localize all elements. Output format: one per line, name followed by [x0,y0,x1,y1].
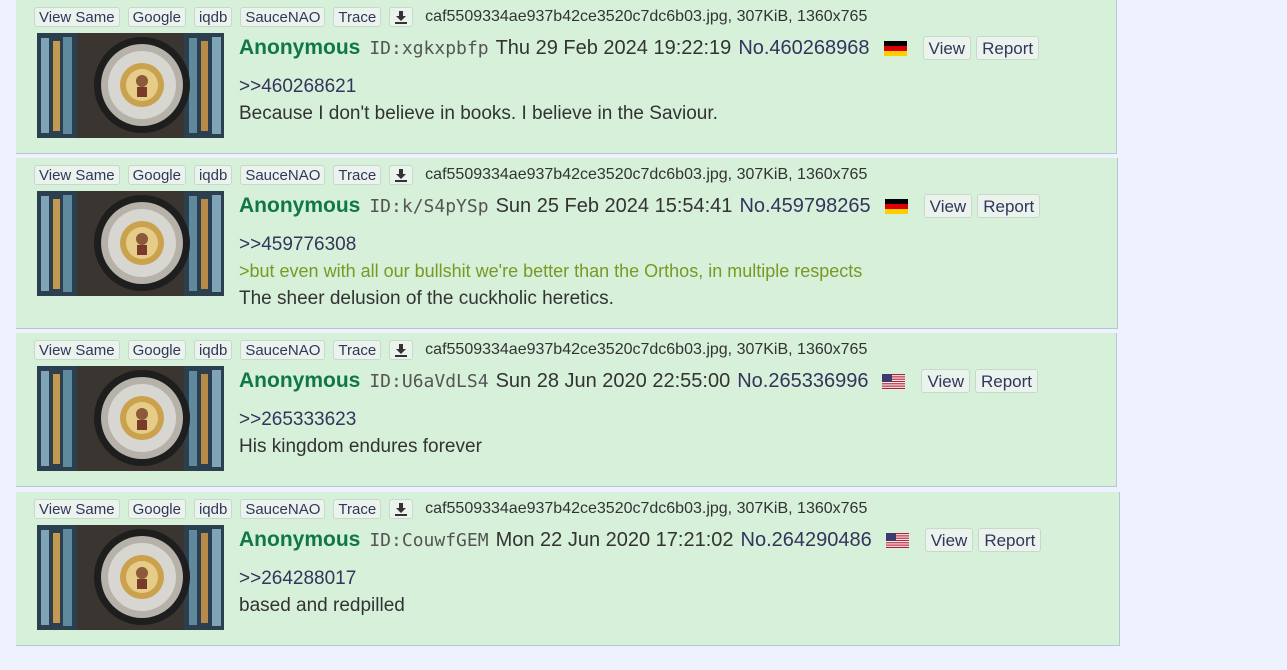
post-message: >>264288017 based and redpilled [239,565,405,619]
post: View Same Google iqdb SauceNAO Trace caf… [16,492,1120,646]
poster-name: Anonymous [239,369,361,392]
post-header: Anonymous ID:U6aVdLS4 Sun 28 Jun 2020 22… [239,369,1039,393]
download-button[interactable] [389,165,414,185]
google-button[interactable]: Google [127,165,186,185]
post-number[interactable]: No.460268968 [738,37,869,60]
thumbnail-image[interactable] [37,33,224,138]
greentext-line: >but even with all our bullshit we're be… [239,261,863,281]
report-button[interactable]: Report [975,369,1039,393]
view-button[interactable]: View [922,36,972,60]
post-message: >>460268621 Because I don't believe in b… [239,73,718,127]
google-button[interactable]: Google [127,340,186,360]
quote-link[interactable]: >>264288017 [239,565,405,592]
file-line: View Same Google iqdb SauceNAO Trace caf… [34,165,867,185]
view-same-button[interactable]: View Same [34,7,120,27]
file-info[interactable]: caf5509334ae937b42ce3520c7dc6b03.jpg, 30… [425,166,867,184]
post-text: The sheer delusion of the cuckholic here… [239,288,614,309]
report-button[interactable]: Report [978,528,1042,552]
post-datetime: Sun 28 Jun 2020 22:55:00 [495,369,731,392]
trace-button[interactable]: Trace [333,340,382,360]
poster-id[interactable]: ID:xgkxpbfp [369,38,488,59]
germany-flag-icon [884,198,908,214]
file-info[interactable]: caf5509334ae937b42ce3520c7dc6b03.jpg, 30… [425,8,867,26]
report-button[interactable]: Report [977,194,1041,218]
view-same-button[interactable]: View Same [34,499,120,519]
report-button[interactable]: Report [976,36,1040,60]
post: View Same Google iqdb SauceNAO Trace caf… [16,158,1118,329]
thumbnail-image[interactable] [37,366,224,471]
post-header: Anonymous ID:k/S4pYSp Sun 25 Feb 2024 15… [239,194,1041,218]
quote-link[interactable]: >>459776308 [239,231,862,258]
saucenao-button[interactable]: SauceNAO [240,7,326,27]
post-number[interactable]: No.265336996 [737,370,868,393]
google-button[interactable]: Google [127,499,186,519]
download-icon [395,344,408,357]
poster-name: Anonymous [239,36,361,59]
saucenao-button[interactable]: SauceNAO [240,165,326,185]
thumbnail-image[interactable] [37,191,224,296]
post-text: based and redpilled [239,595,405,616]
germany-flag-icon [883,40,907,56]
post-header: Anonymous ID:CouwfGEM Mon 22 Jun 2020 17… [239,528,1042,552]
poster-id[interactable]: ID:CouwfGEM [369,530,488,551]
iqdb-button[interactable]: iqdb [193,165,233,185]
file-info[interactable]: caf5509334ae937b42ce3520c7dc6b03.jpg, 30… [425,500,867,518]
quote-link[interactable]: >>460268621 [239,73,718,100]
google-button[interactable]: Google [127,7,186,27]
post-text: His kingdom endures forever [239,436,482,457]
view-button[interactable]: View [923,194,973,218]
poster-id[interactable]: ID:k/S4pYSp [369,196,488,217]
quote-link[interactable]: >>265333623 [239,406,482,433]
usa-flag-icon [885,532,909,548]
post-datetime: Thu 29 Feb 2024 19:22:19 [495,36,732,59]
download-icon [395,503,408,516]
view-same-button[interactable]: View Same [34,165,120,185]
view-button[interactable]: View [924,528,974,552]
post-number[interactable]: No.459798265 [739,195,870,218]
file-info[interactable]: caf5509334ae937b42ce3520c7dc6b03.jpg, 30… [425,341,867,359]
poster-name: Anonymous [239,528,361,551]
download-button[interactable] [389,7,414,27]
file-line: View Same Google iqdb SauceNAO Trace caf… [34,499,867,519]
post-text: Because I don't believe in books. I beli… [239,103,718,124]
trace-button[interactable]: Trace [333,165,382,185]
view-same-button[interactable]: View Same [34,340,120,360]
trace-button[interactable]: Trace [333,499,382,519]
view-button[interactable]: View [921,369,970,393]
usa-flag-icon [882,373,906,389]
file-line: View Same Google iqdb SauceNAO Trace caf… [34,340,867,360]
download-icon [395,169,408,182]
post: View Same Google iqdb SauceNAO Trace caf… [16,333,1117,487]
post-number[interactable]: No.264290486 [741,529,872,552]
post-datetime: Mon 22 Jun 2020 17:21:02 [495,528,734,551]
download-button[interactable] [389,499,414,519]
download-button[interactable] [389,340,414,360]
trace-button[interactable]: Trace [333,7,382,27]
post-message: >>265333623 His kingdom endures forever [239,406,482,460]
iqdb-button[interactable]: iqdb [193,499,233,519]
iqdb-button[interactable]: iqdb [193,340,233,360]
download-icon [395,11,408,24]
poster-name: Anonymous [239,194,361,217]
file-line: View Same Google iqdb SauceNAO Trace caf… [34,7,867,27]
post-datetime: Sun 25 Feb 2024 15:54:41 [495,194,733,217]
iqdb-button[interactable]: iqdb [193,7,233,27]
thumbnail-image[interactable] [37,525,224,630]
post-message: >>459776308 >but even with all our bulls… [239,231,862,312]
post-header: Anonymous ID:xgkxpbfp Thu 29 Feb 2024 19… [239,36,1040,60]
poster-id[interactable]: ID:U6aVdLS4 [369,371,488,392]
post: View Same Google iqdb SauceNAO Trace caf… [16,0,1117,154]
saucenao-button[interactable]: SauceNAO [240,499,326,519]
saucenao-button[interactable]: SauceNAO [240,340,326,360]
